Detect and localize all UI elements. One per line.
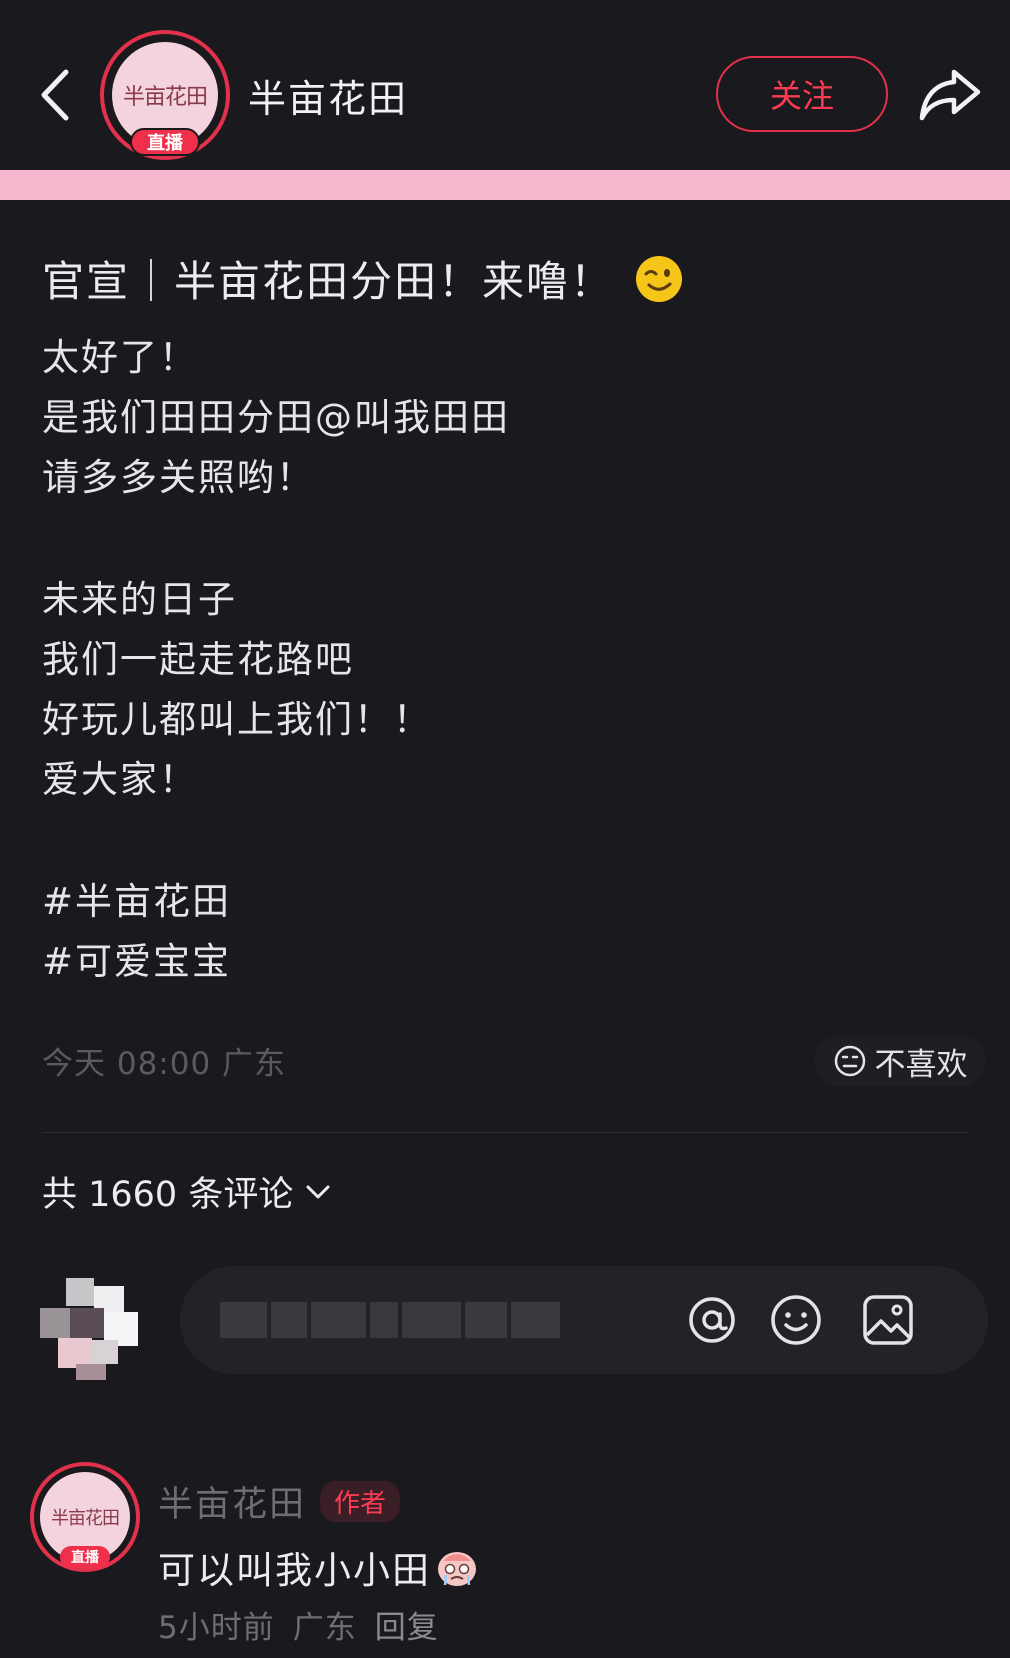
dislike-button[interactable]: 不喜欢 bbox=[814, 1036, 986, 1086]
emoji-button[interactable] bbox=[764, 1288, 828, 1352]
post-line: 未来的日子 bbox=[42, 578, 237, 621]
live-badge: 直播 bbox=[130, 128, 200, 156]
post-line: 爱大家！ bbox=[42, 758, 198, 801]
post-line: 好玩儿都叫上我们！！ bbox=[42, 698, 432, 741]
mention-button[interactable] bbox=[680, 1288, 744, 1352]
smiley-icon bbox=[771, 1295, 821, 1345]
author-tag-badge: 作者 bbox=[320, 1481, 401, 1522]
post-line: 太好了！ bbox=[42, 336, 198, 379]
post-line: 请多多关照哟！ bbox=[42, 456, 315, 499]
neutral-face-icon bbox=[834, 1045, 865, 1077]
post-meta: 今天 08:00 广东 bbox=[42, 1046, 287, 1082]
comment-count-label: 共 1660 条评论 bbox=[42, 1175, 294, 1215]
reply-button[interactable]: 回复 bbox=[375, 1602, 439, 1647]
hashtag-link[interactable]: #半亩花田 bbox=[42, 872, 231, 932]
my-avatar[interactable] bbox=[40, 1278, 140, 1380]
divider bbox=[42, 1132, 968, 1133]
follow-button[interactable]: 关注 bbox=[716, 56, 888, 132]
pink-banner-strip bbox=[0, 170, 1010, 200]
post-line-blank bbox=[42, 508, 962, 570]
live-badge: 直播 bbox=[60, 1546, 110, 1568]
chevron-left-icon bbox=[41, 69, 69, 121]
image-icon bbox=[863, 1295, 913, 1345]
wink-emoji-icon bbox=[636, 255, 683, 302]
at-mention-icon bbox=[689, 1297, 735, 1343]
hashtag-list: #半亩花田 #可爱宝宝 bbox=[42, 872, 231, 992]
input-placeholder-blurred bbox=[220, 1302, 560, 1338]
comment-author-name: 半亩花田 bbox=[158, 1485, 307, 1525]
image-button[interactable] bbox=[856, 1288, 920, 1352]
comment-input[interactable] bbox=[180, 1266, 988, 1374]
post-title: 官宣｜半亩花田分田！来噜！ bbox=[42, 248, 684, 309]
author-avatar[interactable]: 半亩花田 直播 bbox=[100, 30, 230, 160]
comment-location: 广东 bbox=[292, 1610, 357, 1646]
author-name[interactable]: 半亩花田 bbox=[248, 68, 408, 123]
post-body: 太好了！ 是我们田田分田@叫我田田 请多多关照哟！ 未来的日子 我们一起走花路吧… bbox=[42, 328, 962, 810]
comment-meta: 5小时前 广东 回复 bbox=[158, 1602, 439, 1647]
post-title-text: 官宣｜半亩花田分田！来噜！ bbox=[42, 257, 615, 306]
back-button[interactable] bbox=[30, 60, 80, 130]
comment-author[interactable]: 半亩花田 作者 bbox=[158, 1476, 401, 1527]
chevron-down-icon bbox=[306, 1185, 330, 1198]
post-line: 我们一起走花路吧 bbox=[42, 638, 354, 681]
hashtag-link[interactable]: #可爱宝宝 bbox=[42, 932, 231, 992]
share-icon bbox=[919, 69, 981, 121]
comment-body: 可以叫我小小田 bbox=[158, 1549, 431, 1592]
crying-face-emoji-icon bbox=[438, 1552, 476, 1586]
post-line: 是我们田田分田@叫我田田 bbox=[42, 396, 510, 439]
share-button[interactable] bbox=[912, 60, 988, 130]
comment-count-sort[interactable]: 共 1660 条评论 bbox=[42, 1166, 331, 1217]
comment-text: 可以叫我小小田 bbox=[158, 1540, 479, 1594]
dislike-label: 不喜欢 bbox=[874, 1046, 968, 1083]
comment-avatar[interactable]: 半亩花田 直播 bbox=[30, 1462, 140, 1572]
comment-time: 5小时前 bbox=[158, 1610, 275, 1646]
top-bar: 半亩花田 直播 半亩花田 关注 bbox=[0, 0, 1010, 168]
